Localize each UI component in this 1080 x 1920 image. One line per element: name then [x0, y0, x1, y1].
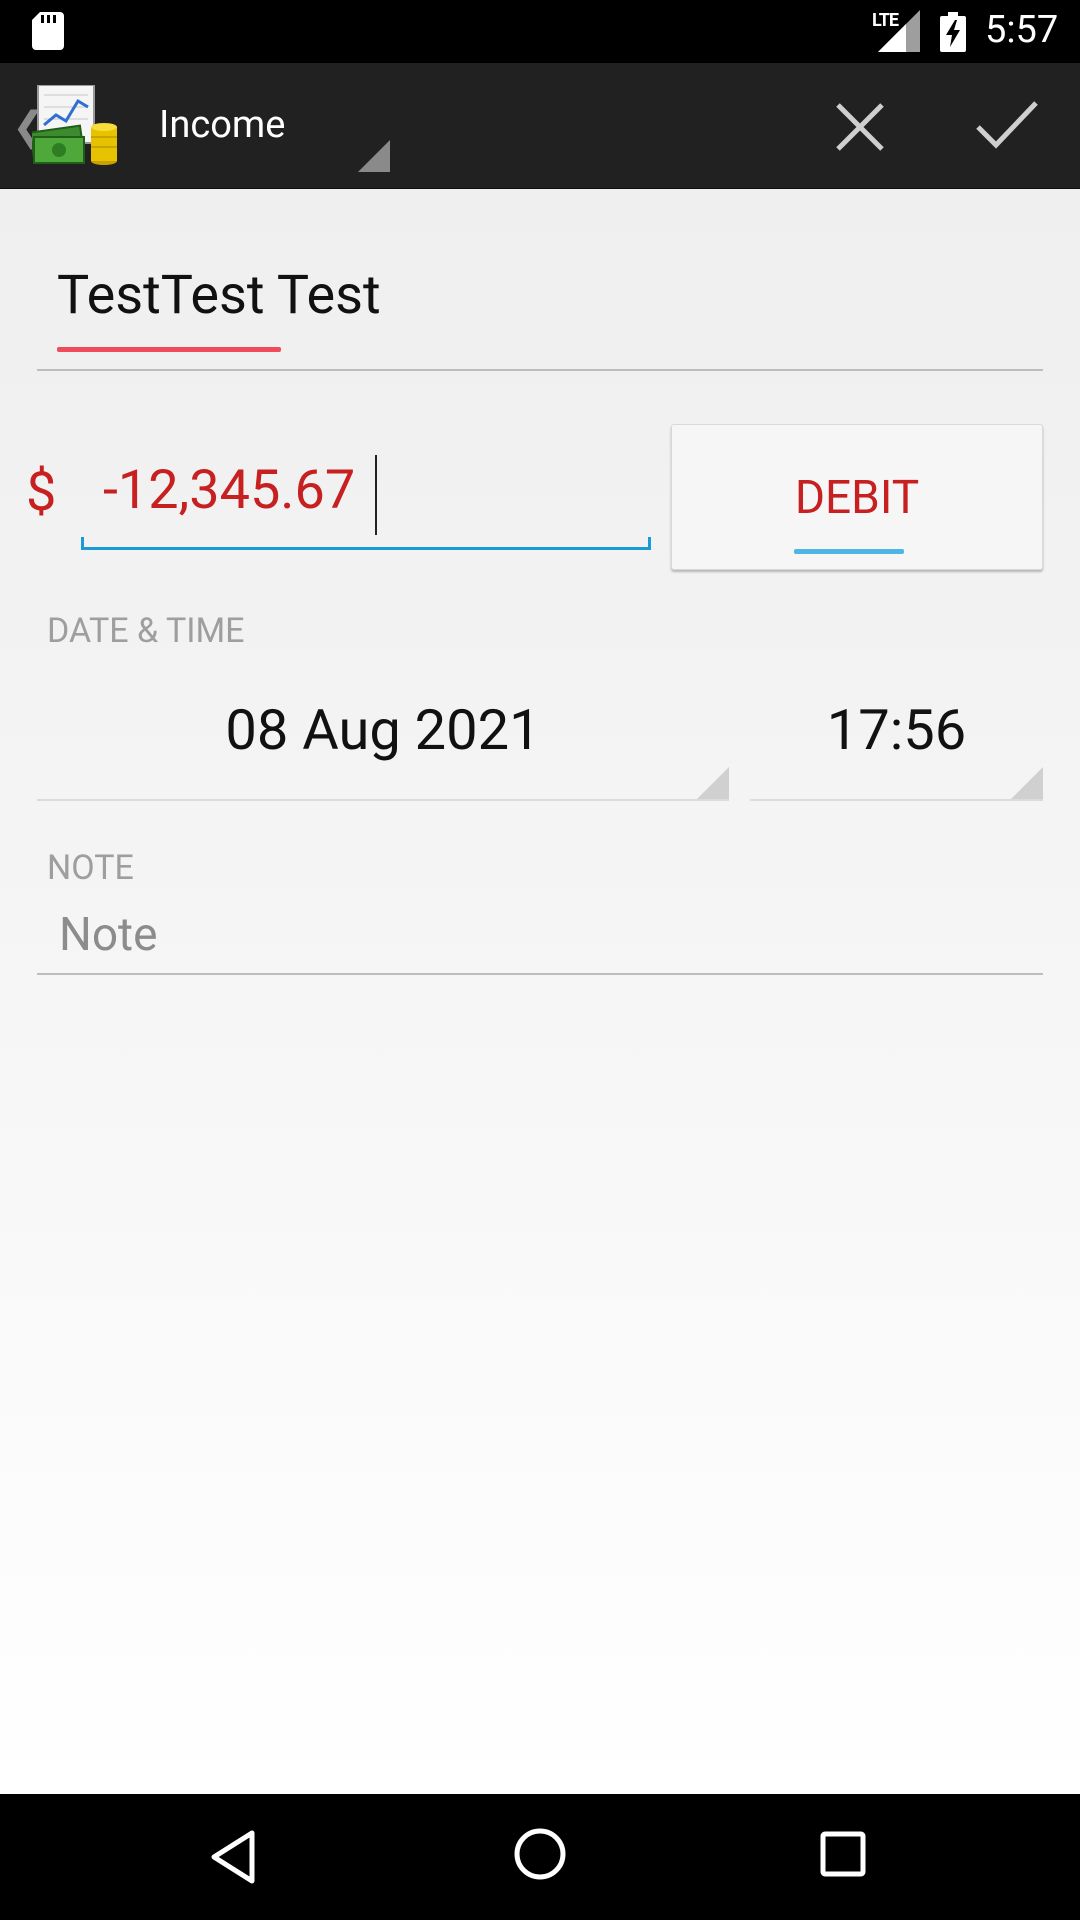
- status-time: 5:57: [985, 8, 1059, 52]
- action-bar: ❮ Income: [0, 63, 1080, 190]
- battery-charging-icon: [940, 12, 966, 52]
- amount-focus-underline: [81, 537, 651, 550]
- date-value: 08 Aug 2021: [225, 697, 541, 763]
- spellcheck-underline: [57, 347, 281, 352]
- debit-indicator: [794, 549, 904, 554]
- date-picker[interactable]: 08 Aug 2021: [37, 659, 729, 801]
- dropdown-corner-icon: [697, 767, 729, 799]
- amount-input[interactable]: -12,345.67: [81, 445, 651, 555]
- note-field: [37, 899, 1043, 975]
- note-input[interactable]: [57, 899, 1021, 971]
- app-chart-money-icon[interactable]: [32, 85, 118, 165]
- close-icon[interactable]: [830, 97, 890, 157]
- sd-card-icon: [32, 12, 64, 50]
- currency-symbol: $: [26, 461, 57, 524]
- status-bar: LTE 5:57: [0, 0, 1080, 63]
- time-picker[interactable]: 17:56: [750, 659, 1043, 801]
- debit-toggle-button[interactable]: DEBIT: [671, 424, 1043, 570]
- payee-input[interactable]: TestTest Test: [37, 264, 1043, 371]
- payee-text: TestTest Test: [57, 264, 381, 327]
- spinner-dropdown-icon[interactable]: [358, 140, 390, 172]
- home-icon[interactable]: [513, 1827, 567, 1881]
- note-label: NOTE: [47, 848, 134, 888]
- recents-icon[interactable]: [820, 1831, 866, 1877]
- back-icon[interactable]: [210, 1829, 256, 1885]
- dropdown-corner-icon: [1011, 767, 1043, 799]
- text-cursor: [375, 455, 377, 535]
- transaction-form: TestTest Test $ -12,345.67 DEBIT DATE & …: [0, 189, 1080, 1794]
- signal-icon: [878, 10, 920, 52]
- check-icon[interactable]: [972, 95, 1042, 155]
- screen-title[interactable]: Income: [159, 103, 285, 147]
- amount-text: -12,345.67: [103, 459, 356, 522]
- time-value: 17:56: [826, 697, 967, 763]
- navigation-bar: [0, 1794, 1080, 1920]
- debit-label: DEBIT: [794, 471, 920, 525]
- date-time-label: DATE & TIME: [47, 611, 245, 651]
